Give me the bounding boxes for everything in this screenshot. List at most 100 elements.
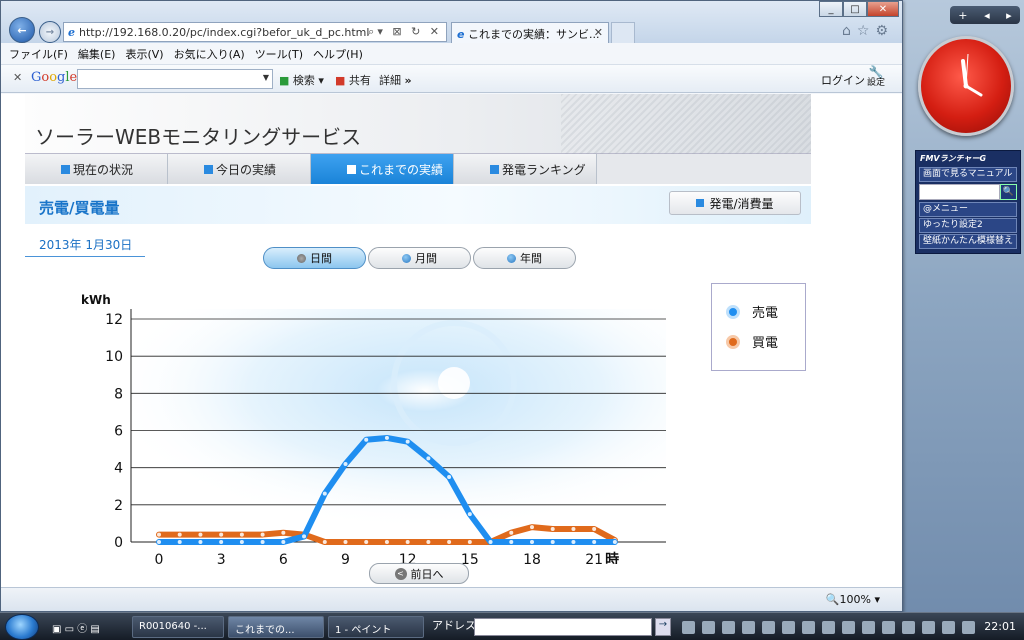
x-tick-label: 6 xyxy=(279,552,288,564)
taskbar-address-input[interactable] xyxy=(474,618,652,636)
tray-icon[interactable] xyxy=(822,620,835,634)
fmv-manual-link[interactable]: 画面で見るマニュアル xyxy=(919,167,1017,182)
nav-spacer xyxy=(597,154,811,184)
section-title: 売電/買電量 xyxy=(39,199,120,217)
forward-button[interactable]: → xyxy=(39,21,61,43)
add-gadget-icon[interactable]: + xyxy=(958,9,967,22)
data-point-sell xyxy=(405,439,410,444)
data-point-sell xyxy=(322,491,327,496)
data-point-sell xyxy=(281,540,286,544)
tray-icon[interactable] xyxy=(862,620,875,634)
fmv-wallpaper-link[interactable]: 壁紙かんたん模様替え xyxy=(919,234,1017,249)
tray-icon[interactable] xyxy=(942,620,955,634)
close-icon: ✕ xyxy=(878,3,888,15)
sun-core-decoration xyxy=(438,367,470,399)
data-point-sell xyxy=(612,540,617,544)
windows-sidebar: + ◂ ▸ FMVランチャーG 画面で見るマニュアル 🔍 @メニュー ゆったり設定2… xyxy=(912,0,1024,608)
tab-daily[interactable]: 日間 xyxy=(263,247,366,269)
chevron-down-icon[interactable]: ▼ xyxy=(263,73,269,82)
tray-icon[interactable] xyxy=(902,620,915,634)
status-bar: 🔍100% ▾ xyxy=(1,587,902,611)
data-point-sell xyxy=(239,540,244,544)
nav-past-results[interactable]: これまでの実績 xyxy=(311,154,454,184)
taskbar-item-paint[interactable]: 1 - ペイント xyxy=(328,616,424,638)
data-point-buy xyxy=(509,530,514,535)
tab-current[interactable]: e これまでの実績：サンビ... ✕ xyxy=(451,22,609,43)
toolbar-close-icon[interactable]: ✕ xyxy=(13,71,22,84)
data-point-sell xyxy=(509,540,514,544)
tab-yearly[interactable]: 年間 xyxy=(473,247,576,269)
settings-button[interactable]: 🔧 設定 xyxy=(867,66,885,89)
radio-dot-icon xyxy=(402,253,411,263)
quick-launch-icons[interactable]: ▣ ▭ ⓔ ▤ xyxy=(46,616,130,638)
nav-current-status[interactable]: 現在の状況 xyxy=(25,154,168,184)
clock-gadget[interactable] xyxy=(918,36,1014,136)
minimize-button[interactable]: _ xyxy=(819,1,843,17)
next-icon[interactable]: ▸ xyxy=(1006,9,1012,22)
y-tick-label: 2 xyxy=(114,498,123,514)
tray-icon[interactable] xyxy=(702,620,715,634)
taskbar-item-browser[interactable]: これまでの... xyxy=(228,616,324,638)
menu-file[interactable]: ファイル(F) xyxy=(9,46,68,62)
tray-icon[interactable] xyxy=(802,620,815,634)
menu-favorites[interactable]: お気に入り(A) xyxy=(174,46,245,62)
nav-ranking[interactable]: 発電ランキング xyxy=(454,154,597,184)
menu-view[interactable]: 表示(V) xyxy=(125,46,163,62)
tray-icon[interactable] xyxy=(722,620,735,634)
new-tab-button[interactable] xyxy=(611,22,635,43)
address-bar[interactable]: e http://192.168.0.20/pc/index.cgi?befor… xyxy=(63,22,447,42)
legend-item-buy: 買電 xyxy=(726,332,778,351)
google-search-input[interactable]: ▼ xyxy=(77,69,273,89)
close-button[interactable]: ✕ xyxy=(867,1,899,17)
google-details-button[interactable]: 詳細 » xyxy=(379,72,412,88)
search-icon[interactable]: 🔍 xyxy=(1000,184,1017,200)
tray-icon[interactable] xyxy=(782,620,795,634)
data-point-buy xyxy=(343,540,348,544)
tab-close-icon[interactable]: ✕ xyxy=(594,26,603,39)
menu-tools[interactable]: ツール(T) xyxy=(255,46,303,62)
data-point-sell xyxy=(447,474,452,479)
tray-icon[interactable] xyxy=(742,620,755,634)
y-tick-label: 4 xyxy=(114,461,123,477)
page-content: ソーラーWEBモニタリングサービス 現在の状況 今日の実績 これまでの実績 発電… xyxy=(1,94,902,587)
tray-icon[interactable] xyxy=(842,620,855,634)
data-point-sell xyxy=(384,435,389,440)
address-tools-icons[interactable]: ⌕▾ ⊠ ↻ ✕ xyxy=(368,25,442,39)
tray-icon[interactable] xyxy=(762,620,775,634)
fmv-easy-settings-link[interactable]: ゆったり設定2 xyxy=(919,218,1017,233)
go-arrow-icon[interactable]: → xyxy=(655,618,671,636)
fmv-menu-link[interactable]: @メニュー xyxy=(919,202,1017,217)
home-favorites-tools-icons[interactable]: ⌂☆⚙ xyxy=(842,23,894,39)
menu-help[interactable]: ヘルプ(H) xyxy=(313,46,363,62)
radio-dot-icon xyxy=(297,253,306,263)
login-link[interactable]: ログイン xyxy=(821,72,865,88)
tray-icon[interactable] xyxy=(962,620,975,634)
data-point-sell xyxy=(530,540,534,544)
data-point-buy xyxy=(550,526,555,531)
sidebar-controls[interactable]: + ◂ ▸ xyxy=(950,6,1020,24)
taskbar-item-photo[interactable]: R0010640 -... xyxy=(132,616,224,638)
x-axis-unit-label: 時 xyxy=(605,551,619,564)
start-button[interactable] xyxy=(5,614,39,640)
fmv-search-input[interactable] xyxy=(919,184,1000,200)
previous-day-button[interactable]: < 前日へ xyxy=(369,563,469,584)
chevron-left-icon: < xyxy=(394,567,407,580)
prev-icon[interactable]: ◂ xyxy=(984,9,990,22)
back-button[interactable]: ← xyxy=(9,17,35,43)
zoom-level[interactable]: 🔍100% ▾ xyxy=(826,593,880,606)
google-share-button[interactable]: ■ 共有 xyxy=(335,72,371,88)
nav-today-results[interactable]: 今日の実績 xyxy=(168,154,311,184)
tray-icon[interactable] xyxy=(882,620,895,634)
tray-icon[interactable] xyxy=(682,620,695,634)
maximize-icon: □ xyxy=(850,3,860,15)
google-search-button[interactable]: ■ 検索 ▾ xyxy=(279,72,324,88)
generation-consumption-button[interactable]: 発電/消費量 xyxy=(669,191,801,215)
maximize-button[interactable]: □ xyxy=(843,1,867,17)
data-point-buy xyxy=(530,525,534,530)
data-point-buy xyxy=(281,530,286,535)
data-point-sell xyxy=(177,540,182,544)
tray-icon[interactable] xyxy=(922,620,935,634)
tab-monthly[interactable]: 月間 xyxy=(368,247,471,269)
menu-edit[interactable]: 編集(E) xyxy=(78,46,116,62)
main-nav: 現在の状況 今日の実績 これまでの実績 発電ランキング xyxy=(25,154,811,184)
